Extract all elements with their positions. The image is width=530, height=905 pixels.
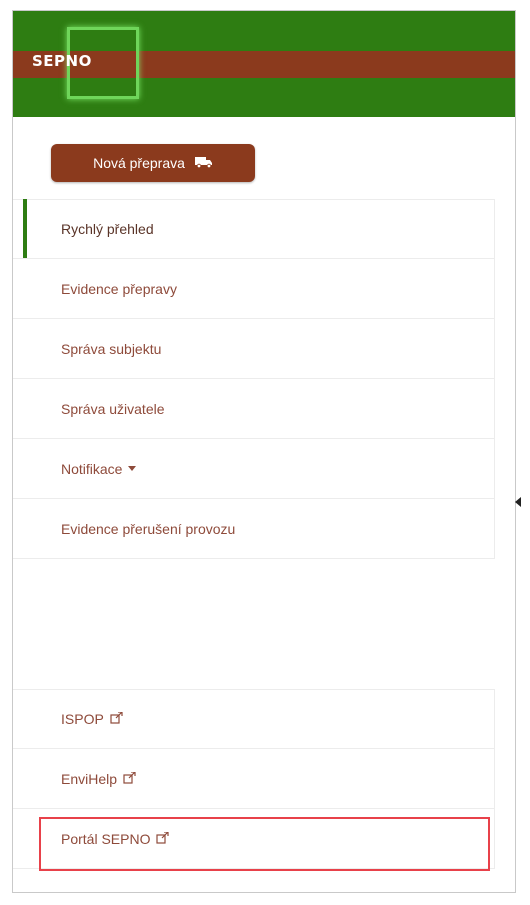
nav-item-label: Správa uživatele (61, 400, 165, 417)
nav-item-subject-management[interactable]: Správa subjektu (13, 319, 495, 379)
new-transport-button[interactable]: Nová přeprava (51, 144, 255, 182)
external-link-icon (110, 710, 124, 727)
link-envihelp[interactable]: EnviHelp (13, 749, 495, 809)
nav-item-transport-records[interactable]: Evidence přepravy (13, 259, 495, 319)
truck-icon (194, 155, 213, 171)
nav-item-label: Evidence přepravy (61, 280, 177, 297)
nav-item-quick-overview[interactable]: Rychlý přehled (13, 199, 495, 259)
caret-down-icon (128, 466, 137, 471)
collapse-arrow-icon[interactable] (515, 497, 521, 507)
nav-item-label: Evidence přerušení provozu (61, 520, 236, 537)
nav-item-notifications[interactable]: Notifikace (13, 439, 495, 499)
new-transport-label: Nová přeprava (93, 155, 185, 171)
link-label: ISPOP (61, 710, 104, 727)
nav-item-label: Rychlý přehled (61, 220, 154, 237)
link-label: EnviHelp (61, 770, 118, 787)
nav-item-user-management[interactable]: Správa uživatele (13, 379, 495, 439)
logo[interactable]: SEPNO (32, 52, 92, 70)
nav-item-label: Správa subjektu (61, 340, 162, 357)
external-link-icon (123, 770, 137, 787)
highlight-box (39, 817, 490, 871)
nav-item-operation-interruptions[interactable]: Evidence přerušení provozu (13, 499, 495, 559)
link-ispop[interactable]: ISPOP (13, 689, 495, 749)
nav-item-label: Notifikace (61, 460, 123, 477)
header-banner: SEPNO (13, 11, 515, 117)
sidebar-frame: SEPNO Nová přeprava Rychlý přehled Evide… (12, 10, 521, 893)
